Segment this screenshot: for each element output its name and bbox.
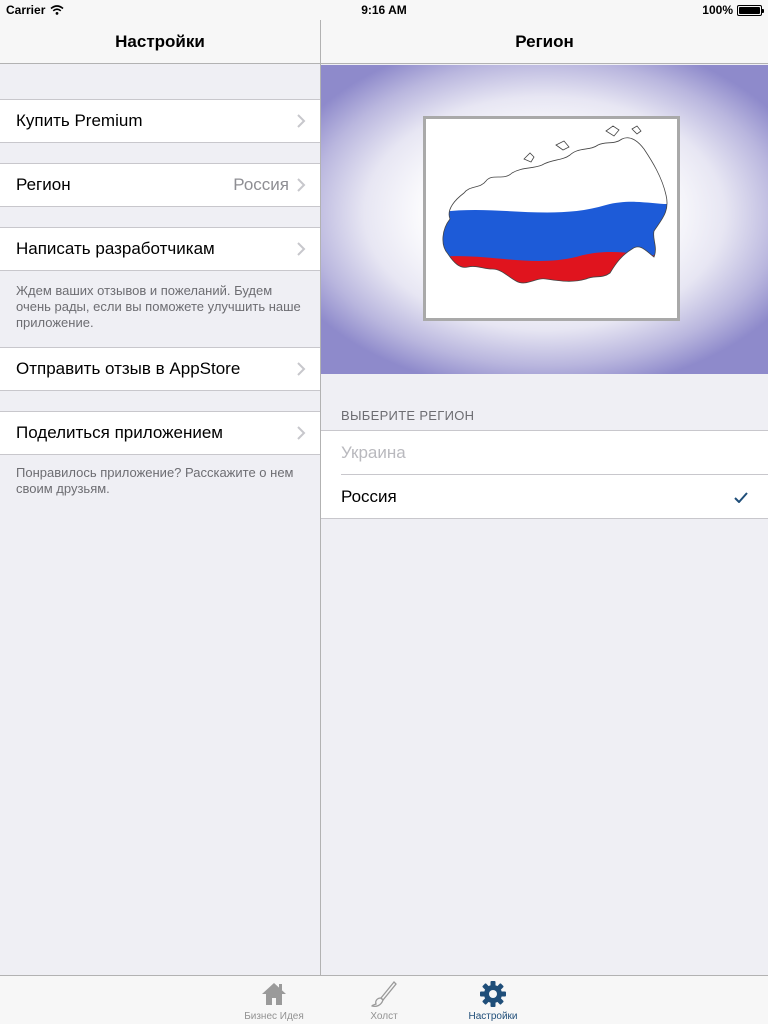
tab-bar: Бизнес Идея Холст Настройки: [0, 975, 768, 1024]
tab-label: Холст: [370, 1011, 398, 1022]
tab-label: Настройки: [468, 1011, 518, 1022]
master-nav-bar: Настройки: [0, 20, 320, 64]
flag-banner: [321, 65, 768, 374]
status-right: 100%: [702, 3, 764, 17]
detail-title: Регион: [515, 32, 574, 51]
region-label: Регион: [16, 175, 71, 194]
battery-percent: 100%: [702, 3, 733, 17]
flag-frame: [423, 116, 680, 321]
feedback-note: Ждем ваших отзывов и пожеланий. Будем оч…: [16, 283, 301, 330]
region-option-russia[interactable]: Россия: [321, 475, 768, 519]
tab-business-idea[interactable]: Бизнес Идея: [229, 976, 319, 1024]
status-time: 9:16 AM: [361, 3, 407, 17]
brush-icon: [371, 981, 397, 1007]
chevron-right-icon: [297, 242, 306, 256]
write-developers-label: Написать разработчикам: [16, 239, 215, 258]
status-bar: Carrier 9:16 AM 100%: [0, 0, 768, 20]
russia-flag-map-icon: [442, 125, 668, 284]
checkmark-icon: [734, 491, 748, 503]
share-app-label: Поделиться приложением: [16, 423, 223, 442]
chevron-right-icon: [297, 362, 306, 376]
region-section-header: ВЫБЕРИТЕ РЕГИОН: [341, 408, 475, 423]
region-cell[interactable]: Регион Россия: [0, 163, 320, 207]
chevron-right-icon: [297, 426, 306, 440]
home-icon: [262, 983, 286, 1005]
region-option-label: Украина: [341, 443, 406, 462]
battery-icon: [737, 4, 764, 16]
chevron-right-icon: [297, 114, 306, 128]
buy-premium-label: Купить Premium: [16, 111, 143, 130]
region-option-ukraine[interactable]: Украина: [321, 431, 768, 475]
separator: [321, 518, 768, 519]
chevron-right-icon: [297, 178, 306, 192]
tab-canvas[interactable]: Холст: [339, 976, 429, 1024]
detail-nav-bar: Регион: [321, 20, 768, 64]
write-developers-cell[interactable]: Написать разработчикам: [0, 227, 320, 271]
buy-premium-cell[interactable]: Купить Premium: [0, 99, 320, 143]
region-option-label: Россия: [341, 487, 397, 506]
appstore-review-label: Отправить отзыв в AppStore: [16, 359, 241, 378]
detail-pane: Регион ВЫБЕРИТЕ РЕГИОН Украина Россия: [321, 0, 768, 975]
tab-settings[interactable]: Настройки: [448, 976, 538, 1024]
gear-icon: [480, 981, 506, 1007]
master-title: Настройки: [115, 32, 205, 51]
appstore-review-cell[interactable]: Отправить отзыв в AppStore: [0, 347, 320, 391]
share-note: Понравилось приложение? Расскажите о нем…: [16, 465, 294, 496]
master-pane: Настройки Купить Premium Регион Россия Н…: [0, 0, 320, 975]
share-app-cell[interactable]: Поделиться приложением: [0, 411, 320, 455]
region-value: Россия: [233, 175, 289, 194]
tab-label: Бизнес Идея: [244, 1011, 304, 1022]
